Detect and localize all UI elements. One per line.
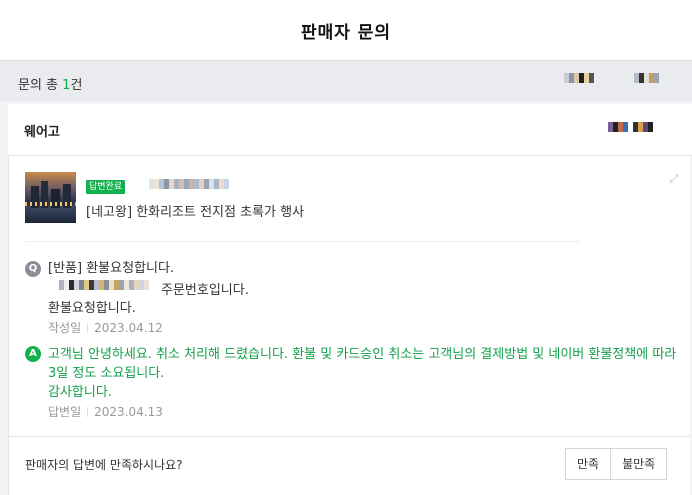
answer-body: 고객님 안녕하세요. 취소 처리해 드렸습니다. 환불 및 카드승인 취소는 고… bbox=[48, 347, 677, 381]
question-meta-label: 작성일 bbox=[48, 321, 82, 335]
inquiry-count-text: 문의 총 1건 bbox=[18, 74, 82, 93]
footer-divider bbox=[9, 436, 691, 437]
redacted-sort-control[interactable] bbox=[634, 73, 659, 83]
question-text-line3: 환불요청합니다. bbox=[48, 301, 136, 316]
unsatisfied-button[interactable]: 불만족 bbox=[611, 448, 668, 480]
page-header: 판매자 문의 bbox=[0, 0, 692, 60]
satisfaction-question: 판매자의 답변에 만족하시나요? bbox=[25, 458, 183, 472]
page-title: 판매자 문의 bbox=[300, 23, 392, 43]
expand-icon[interactable]: ⤢ bbox=[668, 173, 680, 185]
seller-row: 웨어고 bbox=[8, 104, 692, 156]
inquiry-summary-bar: 문의 총 1건 bbox=[0, 60, 692, 102]
question-icon: Q bbox=[25, 261, 41, 277]
divider bbox=[25, 241, 581, 242]
redacted-filter-control[interactable] bbox=[564, 73, 594, 83]
answer-thanks: 감사합니다. bbox=[48, 385, 112, 400]
product-thumbnail[interactable] bbox=[25, 172, 76, 223]
question-text: [반품] 환불요청합니다. bbox=[48, 261, 175, 276]
satisfaction-buttons: 만족 불만족 bbox=[565, 448, 668, 480]
inquiry-count-prefix: 문의 총 bbox=[18, 78, 63, 93]
redacted-order-number bbox=[59, 280, 149, 290]
answer-meta: 답변일 2023.04.13 bbox=[48, 403, 163, 420]
satisfied-button[interactable]: 만족 bbox=[565, 448, 612, 480]
question-meta: 작성일 2023.04.12 bbox=[48, 319, 163, 336]
answer-icon: A bbox=[25, 346, 41, 362]
question-date: 2023.04.12 bbox=[94, 321, 163, 335]
answer-date: 2023.04.13 bbox=[94, 405, 163, 419]
product-name[interactable]: [네고왕] 한화리조트 전지점 초록가 행사 bbox=[86, 201, 304, 220]
answer-text: 고객님 안녕하세요. 취소 처리해 드렸습니다. 환불 및 카드승인 취소는 고… bbox=[48, 345, 678, 402]
status-badge: 답변완료 bbox=[86, 180, 126, 194]
redacted-order-info bbox=[149, 179, 229, 189]
inquiry-count-suffix: 건 bbox=[70, 78, 83, 93]
inquiry-card: ⤢ 답변완료 [네고왕] 한화리조트 전지점 초록가 행사 Q [반품] 환불요… bbox=[8, 156, 691, 495]
redacted-seller-info bbox=[608, 122, 653, 132]
question-text-line2: 주문번호입니다. bbox=[161, 283, 249, 298]
answer-meta-label: 답변일 bbox=[48, 405, 82, 419]
seller-name: 웨어고 bbox=[24, 125, 60, 140]
